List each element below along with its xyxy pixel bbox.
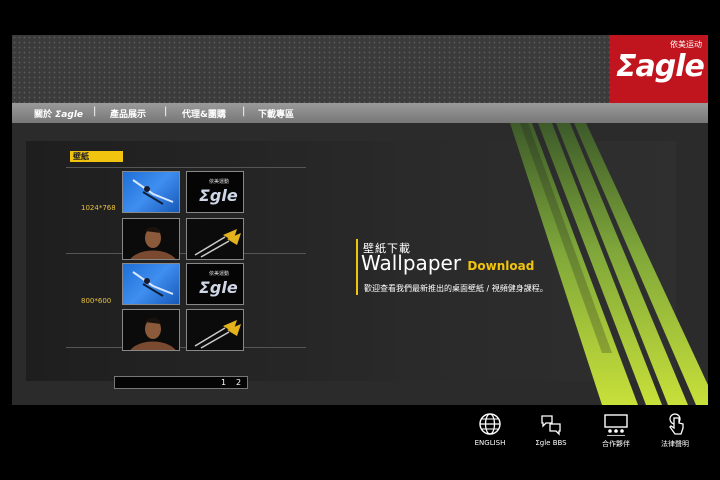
athlete-image [132, 179, 174, 205]
nav-separator: | [164, 106, 168, 117]
content-area: 壁紙 1024*768 800*600 依美運動 Σgle 依美運動 Σgle [12, 123, 708, 405]
footer-link-bbs[interactable]: Σgle BBS [528, 412, 574, 447]
wallpaper-thumb-portrait-800[interactable] [122, 309, 180, 351]
footer-link-english[interactable]: ENGLISH [467, 412, 513, 447]
thumb-logo-cn: 依美運動 [209, 179, 230, 185]
footer-link-partners[interactable]: 合作夥伴 [593, 412, 639, 449]
athlete-image [132, 271, 174, 297]
wallpaper-thumb-athlete-800[interactable] [122, 263, 180, 305]
wallpaper-subtitle: Download [467, 259, 535, 273]
wallpaper-thumb-logo-800[interactable]: 依美運動 Σgle [186, 263, 244, 305]
brand-logo[interactable]: 依美运动 Σagle [610, 35, 708, 103]
footer: ENGLISH Σgle BBS 合作夥伴 法律聲明 [0, 405, 720, 480]
page-link-1[interactable]: 1 [221, 378, 226, 387]
section-tag-wallpaper: 壁紙 [70, 151, 123, 162]
portrait-image [130, 226, 176, 259]
footer-label: ENGLISH [474, 439, 506, 447]
wallpaper-thumb-logo-1024[interactable]: 依美運動 Σgle [186, 171, 244, 213]
page-link-2[interactable]: 2 [236, 378, 241, 387]
size-label-1024: 1024*768 [81, 204, 116, 212]
nav-separator: | [93, 106, 97, 117]
header: 依美运动 Σagle [12, 35, 708, 103]
divider [66, 167, 306, 168]
partners-icon [604, 414, 628, 436]
darts-image [194, 229, 241, 258]
nav-item-downloads[interactable]: 下載專區 [258, 107, 294, 120]
thumb-logo-text: Σgle [199, 278, 238, 297]
nav-brand-logo: Σagle [55, 110, 84, 120]
wallpaper-description: 歡迎查看我們最新推出的桌面壁紙 / 視頻健身課程。 [364, 284, 548, 293]
darts-image [194, 320, 241, 349]
touch-icon [669, 413, 684, 435]
wallpaper-thumb-athlete-1024[interactable] [122, 171, 180, 213]
footer-link-legal[interactable]: 法律聲明 [652, 412, 698, 449]
wallpaper-thumb-darts-1024[interactable] [186, 218, 244, 260]
nav-item-about[interactable]: 關於 Σagle [34, 107, 83, 120]
globe-icon [479, 413, 501, 435]
nav-item-agency[interactable]: 代理&團購 [182, 107, 226, 120]
nav-item-products[interactable]: 產品展示 [110, 107, 146, 120]
wallpaper-thumb-darts-800[interactable] [186, 309, 244, 351]
wallpaper-title: Wallpaper Download [361, 251, 535, 275]
size-label-800: 800*600 [81, 297, 112, 305]
portrait-image [130, 317, 176, 350]
accent-bar [356, 239, 358, 295]
nav-separator: | [242, 106, 246, 117]
footer-label: 法律聲明 [661, 440, 689, 448]
logo-brand-text: Σagle [616, 49, 705, 84]
thumb-logo-text: Σgle [199, 186, 238, 205]
footer-label: Σgle BBS [535, 439, 567, 447]
main-frame: 依美运动 Σagle 關於 Σagle | 產品展示 | 代理&團購 | 下載專… [12, 35, 708, 405]
thumb-logo-cn: 依美運動 [209, 271, 230, 277]
footer-label: 合作夥伴 [602, 440, 630, 448]
nav-bar: 關於 Σagle | 產品展示 | 代理&團購 | 下載專區 [12, 103, 708, 123]
wallpaper-thumb-portrait-1024[interactable] [122, 218, 180, 260]
chat-icon [541, 415, 561, 436]
pagination: 1 2 [114, 376, 248, 389]
